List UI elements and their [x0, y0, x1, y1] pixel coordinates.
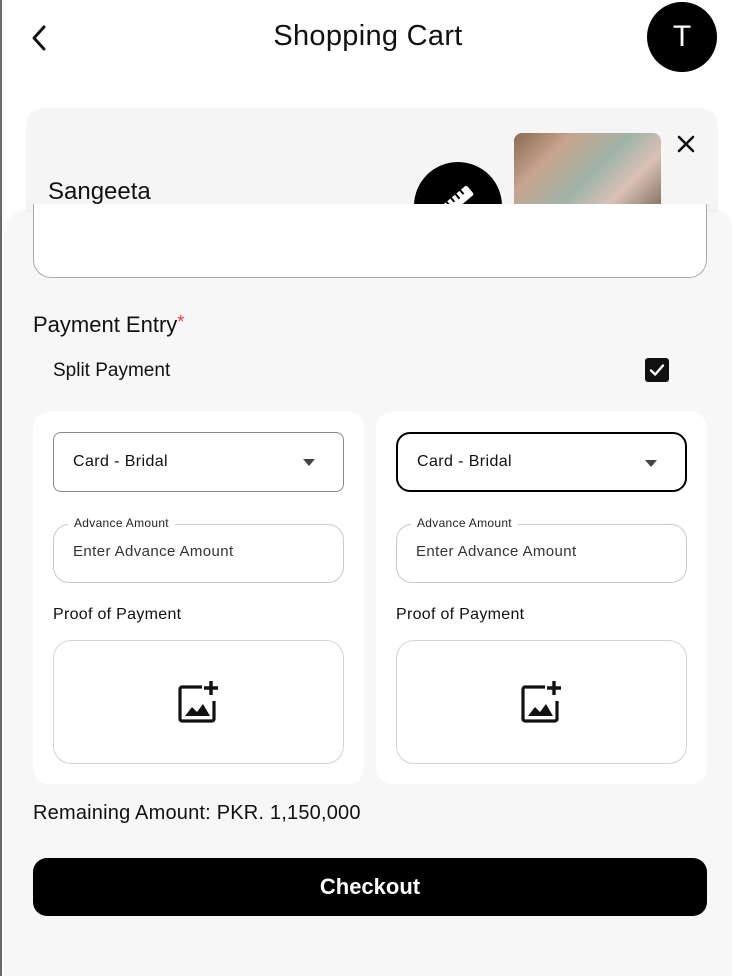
proof-upload-area[interactable] — [53, 640, 344, 764]
proof-of-payment-label: Proof of Payment — [396, 606, 525, 623]
payment-entry-label: Payment Entry — [33, 312, 178, 337]
payment-sheet: Payment Entry* Split Payment Card - Brid… — [4, 204, 732, 976]
proof-upload-area[interactable] — [396, 640, 687, 764]
user-avatar[interactable]: T — [647, 2, 717, 72]
advance-amount-label: Advance Amount — [411, 516, 518, 530]
close-icon — [677, 135, 695, 153]
payment-entry-card: Card - Bridal Advance Amount Proof of Pa… — [376, 412, 707, 784]
payment-entry-title: Payment Entry* — [33, 312, 184, 338]
add-photo-icon — [520, 681, 561, 723]
payment-method-value: Card - Bridal — [417, 453, 513, 470]
advance-amount-label: Advance Amount — [68, 516, 175, 530]
add-photo-icon — [177, 681, 218, 723]
required-marker: * — [177, 312, 185, 332]
split-payment-label: Split Payment — [53, 360, 171, 381]
caret-down-icon — [645, 460, 657, 467]
caret-down-icon — [303, 459, 315, 466]
checkmark-icon — [649, 364, 665, 376]
remove-item-button[interactable] — [672, 130, 700, 158]
advance-amount-input[interactable] — [73, 543, 323, 560]
payment-method-dropdown[interactable]: Card - Bridal — [53, 432, 344, 492]
payment-method-dropdown[interactable]: Card - Bridal — [396, 432, 687, 492]
checkout-button[interactable]: Checkout — [33, 858, 707, 916]
cart-item-name: Sangeeta — [48, 178, 151, 205]
notes-field[interactable] — [33, 204, 707, 278]
proof-of-payment-label: Proof of Payment — [53, 606, 182, 623]
remaining-amount: Remaining Amount: PKR. 1,150,000 — [33, 802, 361, 824]
app-header: Shopping Cart T — [2, 0, 732, 80]
payment-method-value: Card - Bridal — [73, 453, 169, 470]
page-title: Shopping Cart — [273, 20, 463, 52]
advance-amount-field[interactable]: Advance Amount — [53, 516, 344, 583]
advance-amount-field[interactable]: Advance Amount — [396, 516, 687, 583]
advance-amount-input[interactable] — [416, 543, 666, 560]
split-payment-checkbox[interactable] — [645, 358, 669, 382]
payment-entry-card: Card - Bridal Advance Amount Proof of Pa… — [33, 412, 364, 784]
